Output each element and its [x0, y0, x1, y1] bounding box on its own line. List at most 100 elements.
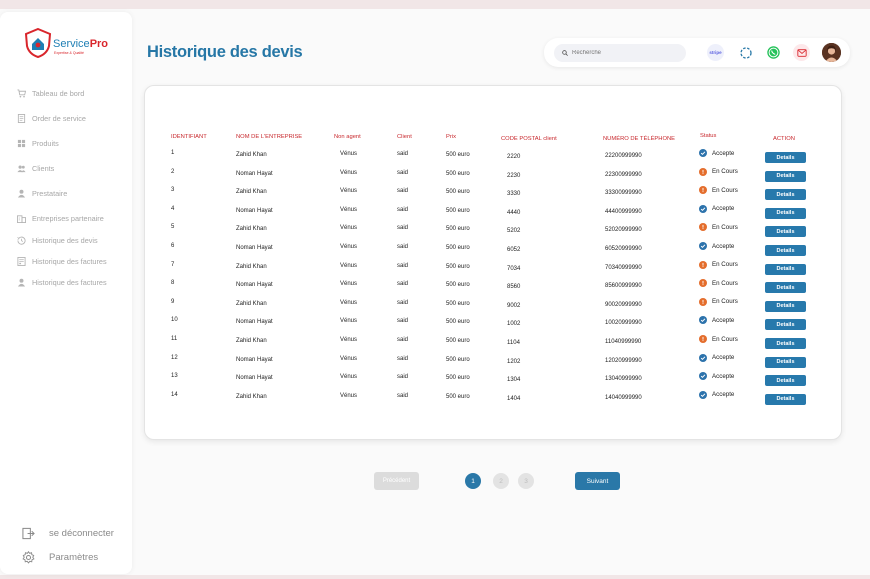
document-icon — [17, 113, 26, 123]
table-header-col-client: Client — [397, 134, 412, 140]
table-cell-id: 14 — [171, 391, 178, 398]
mail-icon[interactable] — [793, 44, 810, 61]
table-cell-company: Zahid Khan — [236, 226, 267, 233]
stripe-label: stripe — [709, 50, 722, 55]
table-cell-client: said — [397, 244, 409, 250]
table-cell-id: 5 — [171, 224, 175, 231]
sidebar-item-order-de-service[interactable]: Order de service — [17, 111, 86, 125]
table-cell-agent: Vénus — [340, 374, 358, 381]
table-cell-id: 13 — [171, 373, 178, 380]
table-cell-price: 500 euro — [446, 170, 470, 177]
loader-icon[interactable] — [737, 44, 754, 61]
table-cell-agent: Vénus — [340, 299, 358, 306]
table-cell-postal: 9002 — [507, 302, 521, 309]
table-cell-id: 12 — [171, 354, 178, 361]
table-cell-phone: 90020999990 — [605, 301, 642, 308]
status-label: En Cours — [712, 335, 738, 343]
details-button[interactable]: Details — [765, 319, 806, 331]
logout-icon — [22, 527, 35, 540]
cart-icon — [17, 88, 26, 98]
details-button[interactable]: Details — [765, 300, 806, 312]
status-badge: En Cours — [699, 167, 738, 176]
status-badge: En Cours — [699, 186, 738, 195]
details-button[interactable]: Details — [765, 189, 806, 201]
shield-logo-icon — [24, 27, 52, 59]
details-button[interactable]: Details — [765, 375, 806, 387]
table-cell-price: 500 euro — [446, 338, 470, 344]
table-cell-price: 500 euro — [446, 356, 470, 363]
details-button[interactable]: Details — [765, 207, 806, 219]
table-cell-agent: Vénus — [340, 169, 358, 176]
table-cell-company: Noman Hayat — [236, 319, 273, 326]
status-label: Accepte — [712, 242, 735, 250]
table-cell-company: Zahid Khan — [236, 263, 267, 270]
page-3-button[interactable]: 3 — [518, 473, 534, 489]
sidebar-item-historique-des-factures-2[interactable]: Historique des factures — [17, 275, 107, 289]
table-cell-price: 500 euro — [446, 245, 470, 251]
details-button[interactable]: Details — [765, 226, 806, 238]
table-cell-postal: 1002 — [507, 321, 521, 328]
table-cell-agent: Vénus — [340, 392, 358, 399]
avatar[interactable] — [822, 43, 841, 62]
sidebar-item-historique-des-factures[interactable]: Historique des factures — [17, 254, 107, 268]
table-cell-id: 4 — [171, 205, 175, 212]
previous-button[interactable]: Précédent — [374, 472, 419, 490]
logout-button[interactable]: se déconnecter — [22, 527, 114, 540]
sidebar-item-tableau-de-bord[interactable]: Tableau de bord — [17, 86, 84, 100]
table-cell-company: Zahid Khan — [236, 152, 267, 158]
details-button[interactable]: Details — [765, 245, 806, 256]
table-cell-phone: 14040999990 — [605, 394, 642, 401]
search-input[interactable] — [572, 50, 672, 56]
alert-circle-icon — [699, 279, 707, 288]
details-button[interactable]: Details — [765, 263, 806, 275]
sidebar-item-historique-des-devis[interactable]: Historique des devis — [17, 233, 98, 247]
table-header-col-agent: Non agent — [334, 134, 361, 140]
details-button[interactable]: Details — [765, 356, 806, 368]
app-name: ServicePro — [53, 38, 108, 50]
app-tagline: Expertise & Qualité — [54, 51, 84, 55]
sidebar-item-entreprises-partenaire[interactable]: Entreprises partenaire — [17, 211, 104, 225]
sidebar-item-label: Order de service — [32, 113, 86, 123]
details-button[interactable]: Details — [765, 282, 806, 294]
table-cell-client: said — [397, 188, 409, 195]
sidebar-item-clients[interactable]: Clients — [17, 161, 54, 175]
details-button[interactable]: Details — [765, 170, 806, 182]
page-1-button[interactable]: 1 — [465, 473, 481, 489]
table-cell-agent: Vénus — [340, 151, 358, 157]
status-label: Accepte — [712, 354, 735, 362]
page-title: Historique des devis — [147, 43, 303, 61]
table-cell-client: said — [397, 392, 409, 399]
details-button[interactable]: Details — [765, 152, 806, 163]
table-cell-client: said — [397, 262, 409, 269]
whatsapp-icon[interactable] — [765, 44, 782, 61]
sidebar-item-label: Prestataire — [32, 188, 68, 198]
table-cell-company: Zahid Khan — [236, 393, 267, 400]
logo: ServicePro Expertise & Qualité — [24, 27, 119, 59]
table-header-col-price: Prix — [446, 134, 456, 140]
table-cell-client: said — [397, 355, 409, 362]
table-cell-postal: 1202 — [507, 358, 521, 365]
table-cell-price: 500 euro — [446, 319, 470, 326]
table-cell-agent: Vénus — [340, 262, 358, 269]
settings-button[interactable]: Paramètres — [22, 551, 98, 564]
table-cell-price: 500 euro — [446, 226, 470, 233]
table-header-col-action: ACTION — [773, 136, 795, 142]
table-cell-postal: 2230 — [507, 172, 521, 179]
table-cell-company: Noman Hayat — [236, 375, 273, 382]
table-cell-client: said — [397, 206, 409, 213]
table-cell-phone: 33300999990 — [605, 190, 642, 197]
sidebar-item-label: Historique des factures — [32, 256, 107, 266]
details-button[interactable]: Details — [765, 393, 806, 405]
search-bar[interactable] — [554, 44, 686, 62]
table-cell-postal: 4440 — [507, 209, 521, 216]
sidebar-item-prestataire[interactable]: Prestataire — [17, 186, 67, 200]
page-2-button[interactable]: 2 — [493, 473, 509, 489]
sidebar-item-produits[interactable]: Produits — [17, 136, 59, 150]
stripe-icon[interactable]: stripe — [707, 44, 724, 61]
details-button[interactable]: Details — [765, 338, 806, 349]
table-cell-price: 500 euro — [446, 375, 470, 382]
table-cell-phone: 60520999990 — [605, 246, 642, 252]
next-button[interactable]: Suivant — [575, 472, 620, 490]
table-cell-client: said — [397, 337, 409, 343]
table-header-col-company: NOM DE L'ENTREPRISE — [236, 134, 303, 140]
